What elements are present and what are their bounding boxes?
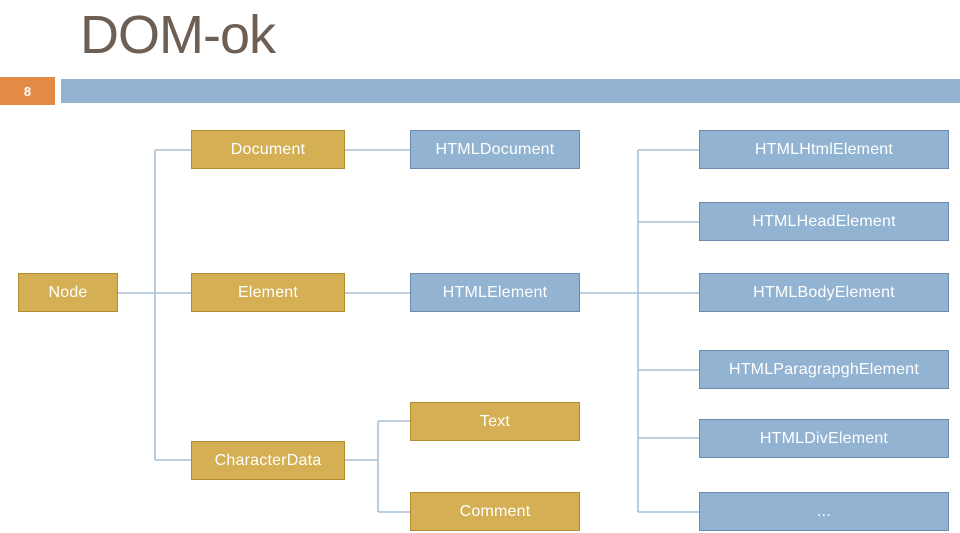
diagram-node-element[interactable]: Element bbox=[191, 273, 345, 312]
diagram-node-label: Comment bbox=[459, 502, 531, 520]
diagram-node-label: HTMLElement bbox=[442, 283, 548, 301]
diagram-node-htmlelement[interactable]: HTMLElement bbox=[410, 273, 580, 312]
dom-hierarchy-diagram: Node Document Element CharacterData Text Comm… bbox=[0, 0, 960, 533]
diagram-node-label: Text bbox=[479, 412, 511, 430]
diagram-node-htmlellipsis[interactable]: ... bbox=[699, 492, 949, 531]
slide-canvas: DOM-ok 8 Node Document Element CharacterDat… bbox=[0, 0, 960, 533]
diagram-node-label: HTMLHtmlElement bbox=[754, 140, 894, 158]
diagram-node-htmlparagrapgh[interactable]: HTMLParagrapghElement bbox=[699, 350, 949, 389]
diagram-node-label: HTMLParagrapghElement bbox=[728, 360, 920, 378]
diagram-node-text[interactable]: Text bbox=[410, 402, 580, 441]
diagram-node-label: ... bbox=[817, 502, 831, 520]
diagram-node-htmlheadelement[interactable]: HTMLHeadElement bbox=[699, 202, 949, 241]
diagram-node-characterdata[interactable]: CharacterData bbox=[191, 441, 345, 480]
diagram-node-label: Node bbox=[48, 283, 88, 301]
diagram-node-htmldivelement[interactable]: HTMLDivElement bbox=[699, 419, 949, 458]
diagram-node-label: Document bbox=[230, 140, 306, 158]
diagram-node-label: HTMLHeadElement bbox=[752, 212, 896, 230]
diagram-node-htmlhtmlelement[interactable]: HTMLHtmlElement bbox=[699, 130, 949, 169]
diagram-node-htmlbodyelement[interactable]: HTMLBodyElement bbox=[699, 273, 949, 312]
diagram-node-label: HTMLDocument bbox=[435, 140, 555, 158]
diagram-node-label: HTMLBodyElement bbox=[753, 283, 895, 301]
diagram-node-htmldocument[interactable]: HTMLDocument bbox=[410, 130, 580, 169]
diagram-node-node[interactable]: Node bbox=[18, 273, 118, 312]
diagram-node-document[interactable]: Document bbox=[191, 130, 345, 169]
diagram-node-label: CharacterData bbox=[214, 451, 322, 469]
diagram-node-comment[interactable]: Comment bbox=[410, 492, 580, 531]
diagram-node-label: Element bbox=[237, 283, 299, 301]
diagram-node-label: HTMLDivElement bbox=[759, 429, 889, 447]
